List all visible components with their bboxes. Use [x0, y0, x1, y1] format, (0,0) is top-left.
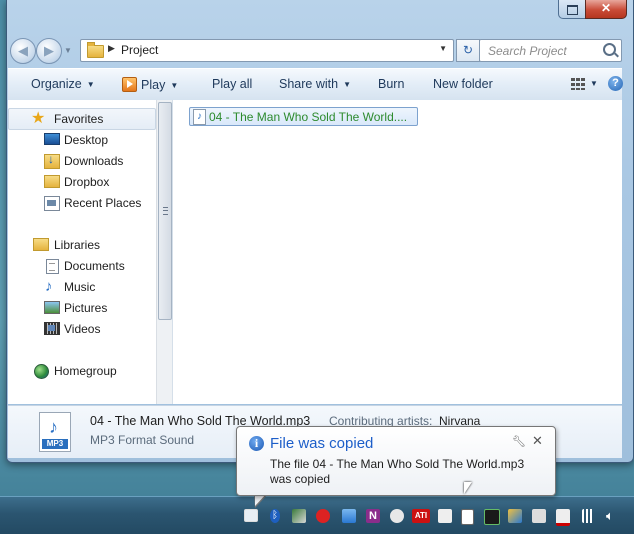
printer-icon[interactable] [532, 509, 546, 523]
nav-label: Desktop [64, 133, 109, 147]
update-icon[interactable] [508, 509, 522, 523]
onenote-icon[interactable]: N [366, 509, 380, 523]
close-icon[interactable]: ✕ [532, 433, 543, 449]
nav-label: Recent Places [64, 196, 142, 210]
share-with-button[interactable]: Share with ▼ [279, 77, 351, 91]
taskbar: ᛒ N ATI 🔈︎ [0, 496, 634, 534]
nav-item-favorites[interactable]: ★ Favorites [8, 108, 156, 130]
dropbox-icon[interactable] [342, 509, 356, 523]
mp3-file-icon: ♪ MP3 [39, 412, 71, 452]
pictures-icon [44, 301, 60, 314]
downloads-icon [44, 152, 60, 169]
nav-item-homegroup[interactable]: Homegroup [8, 361, 154, 381]
music-icon: ♪ [45, 278, 53, 295]
search-placeholder: Search Project [488, 44, 567, 58]
nav-label: Homegroup [54, 364, 117, 378]
close-button[interactable]: ✕ [585, 0, 627, 19]
command-bar: Organize ▼ Play ▼ Play all Share with ▼ Bur… [8, 68, 623, 101]
play-icon [122, 77, 137, 92]
network-error-icon[interactable] [556, 509, 570, 526]
burn-button[interactable]: Burn [378, 77, 404, 91]
address-row: ◀ ▶ ▼ ▶ Project ▼ ↻ Search Project [8, 37, 622, 64]
navigation-pane: ★ Favorites Desktop Downloads Dropbox Re… [8, 100, 173, 404]
view-options-dropdown[interactable]: ▼ [590, 79, 598, 88]
address-dropdown-icon[interactable]: ▼ [439, 44, 447, 53]
bluetooth-icon[interactable]: ᛒ [270, 509, 280, 523]
nav-item-dropbox[interactable]: Dropbox [8, 172, 154, 192]
search-input[interactable]: Search Project [479, 39, 622, 62]
documents-icon [46, 259, 59, 274]
nav-scrollbar[interactable] [156, 100, 172, 404]
new-folder-button[interactable]: New folder [433, 77, 493, 91]
info-icon: i [249, 436, 264, 451]
notification-title: File was copied [270, 435, 374, 452]
chat-icon[interactable] [390, 509, 404, 523]
file-name: 04 - The Man Who Sold The World.... [209, 110, 408, 124]
search-icon[interactable] [603, 43, 616, 56]
signal-icon[interactable] [582, 509, 596, 523]
app-red-icon[interactable] [316, 509, 330, 523]
nav-item-downloads[interactable]: Downloads [8, 151, 154, 171]
monitor-icon[interactable] [484, 509, 500, 525]
nav-item-recent-places[interactable]: Recent Places [8, 193, 154, 213]
paste-icon[interactable] [461, 509, 474, 525]
folder-icon [87, 42, 104, 58]
refresh-button[interactable]: ↻ [456, 39, 480, 62]
desktop-icon [44, 133, 60, 145]
organize-button[interactable]: Organize ▼ [31, 77, 95, 91]
nav-label: Dropbox [64, 175, 110, 189]
recent-places-icon [44, 196, 60, 211]
change-view-icon[interactable] [571, 78, 585, 90]
display-icon[interactable] [438, 509, 452, 523]
nav-label: Favorites [54, 112, 104, 126]
details-file-type: MP3 Format Sound [90, 433, 195, 447]
nav-label: Pictures [64, 301, 108, 315]
nav-item-music[interactable]: ♪ Music [8, 277, 154, 297]
star-icon: ★ [31, 110, 46, 127]
back-button[interactable]: ◀ [10, 38, 36, 64]
breadcrumb-project[interactable]: Project [121, 43, 158, 57]
nav-scroll-thumb[interactable] [158, 102, 172, 320]
nav-label: Downloads [64, 154, 124, 168]
maximize-button[interactable] [558, 0, 585, 19]
nav-item-libraries[interactable]: Libraries [8, 235, 154, 255]
nav-label: Documents [64, 259, 125, 273]
volume-icon[interactable]: 🔈︎ [606, 509, 620, 523]
mouse-pointer-icon [464, 482, 472, 494]
homegroup-icon [34, 364, 49, 379]
address-bar[interactable]: ▶ Project ▼ [80, 39, 454, 62]
libraries-icon [33, 238, 49, 251]
nav-item-documents[interactable]: Documents [8, 256, 154, 276]
breadcrumb-arrow-icon[interactable]: ▶ [108, 43, 115, 54]
window-controls: ✕ [558, 0, 627, 19]
music-app-icon[interactable] [292, 509, 306, 523]
recent-pages-dropdown[interactable]: ▼ [64, 46, 72, 55]
nav-item-desktop[interactable]: Desktop [8, 130, 154, 150]
ati-icon[interactable]: ATI [412, 509, 430, 523]
nav-item-pictures[interactable]: Pictures [8, 298, 154, 318]
videos-icon [44, 322, 60, 335]
nav-item-videos[interactable]: Videos [8, 319, 154, 339]
nav-label: Libraries [54, 238, 101, 252]
play-button[interactable]: Play ▼ [122, 77, 178, 92]
file-list[interactable]: ♪ 04 - The Man Who Sold The World.... [173, 100, 622, 404]
forward-button[interactable]: ▶ [36, 38, 62, 64]
options-wrench-icon[interactable]: 🔧︎ [512, 435, 526, 448]
play-all-button[interactable]: Play all [212, 77, 252, 91]
scroll-grip-icon [163, 207, 168, 215]
clipboard-icon[interactable] [244, 509, 258, 522]
notification-body: The file 04 - The Man Who Sold The World… [270, 457, 525, 486]
music-file-icon: ♪ [193, 109, 206, 125]
file-item[interactable]: ♪ 04 - The Man Who Sold The World.... [189, 107, 418, 126]
mp3-tag: MP3 [42, 439, 68, 449]
folder-icon [44, 175, 60, 188]
notification-balloon[interactable]: i File was copied 🔧︎ ✕ The file 04 - The… [236, 426, 556, 496]
nav-label: Music [64, 280, 96, 294]
nav-label: Videos [64, 322, 101, 336]
help-icon[interactable]: ? [608, 76, 623, 91]
